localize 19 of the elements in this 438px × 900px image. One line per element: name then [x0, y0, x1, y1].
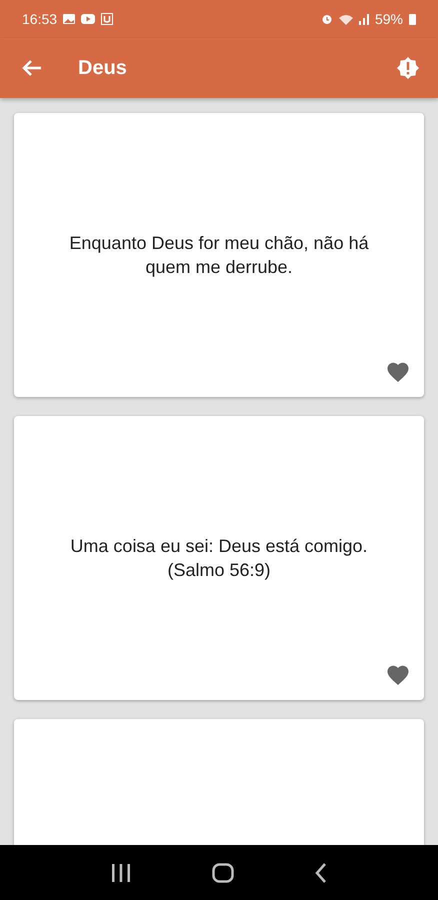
alert-button[interactable]: [396, 56, 420, 80]
back-nav-button[interactable]: [315, 862, 328, 882]
alarm-icon: [320, 13, 333, 25]
back-button[interactable]: [22, 59, 42, 77]
favorite-button[interactable]: [386, 664, 410, 686]
image-icon: [63, 14, 76, 24]
screen-title: Deus: [78, 56, 128, 80]
video-icon: [81, 14, 96, 24]
quote-text: Uma coisa eu sei: Deus está comigo. (Salmo 56:9): [69, 535, 369, 582]
recent-apps-button[interactable]: [110, 864, 131, 882]
home-button[interactable]: [212, 862, 234, 882]
status-time: 16:53: [22, 11, 58, 27]
battery-icon: [409, 13, 416, 25]
quote-text: Enquanto Deus for meu chão, não há quem me derrube.: [68, 232, 370, 279]
signal-icon: [358, 14, 369, 24]
battery-level: 59%: [374, 11, 403, 27]
app-icon: [101, 13, 114, 25]
favorite-button[interactable]: [386, 361, 410, 383]
wifi-icon: [338, 14, 353, 24]
